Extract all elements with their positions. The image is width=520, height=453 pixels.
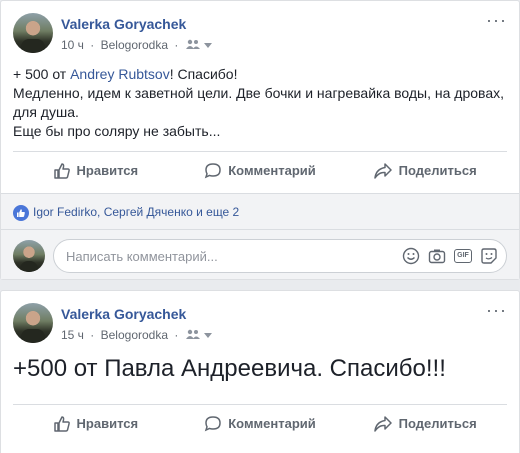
more-icon[interactable]: ··· [486, 301, 507, 319]
comment-button[interactable]: Комментарий [178, 152, 343, 189]
user-avatar[interactable] [13, 240, 45, 272]
like-label: Нравится [76, 163, 139, 178]
reactions-summary[interactable]: Igor Fedirko, Сергей Дяченко и еще 2 [1, 193, 519, 229]
comment-input[interactable]: Написать комментарий... GIF [53, 239, 507, 273]
post-header: Valerka Goryachek 10 ч · Belogorodka · ·… [13, 11, 507, 57]
comment-button[interactable]: Комментарий [178, 405, 343, 442]
meta-separator: · [90, 327, 95, 342]
text-suffix: ! Спасибо! [169, 66, 238, 82]
chevron-down-icon[interactable] [204, 38, 213, 52]
meta-separator: · [174, 327, 179, 342]
chevron-down-icon[interactable] [204, 328, 213, 342]
post-card: Valerka Goryachek 15 ч · Belogorodka · ·… [0, 290, 520, 453]
author-avatar[interactable] [13, 303, 53, 343]
post-location[interactable]: Belogorodka [101, 328, 168, 342]
share-icon [373, 415, 392, 432]
comment-composer: Написать комментарий... GIF [1, 229, 519, 279]
comment-label: Комментарий [228, 416, 316, 431]
share-button[interactable]: Поделиться [342, 405, 507, 442]
share-icon [373, 162, 392, 179]
like-reaction-icon [13, 205, 29, 221]
post-text: + 500 от Andrey Rubtsov! Спасибо! Медлен… [13, 65, 507, 141]
smile-icon[interactable] [402, 247, 420, 265]
share-button[interactable]: Поделиться [342, 152, 507, 189]
text-line: Медленно, идем к заветной цели. Две бочк… [13, 85, 504, 101]
post-card: Valerka Goryachek 10 ч · Belogorodka · ·… [0, 0, 520, 280]
camera-icon[interactable] [428, 247, 446, 265]
friends-audience-icon[interactable] [185, 38, 204, 52]
post-text: +500 от Павла Андреевича. Спасибо!!! [13, 355, 446, 382]
text-prefix: + 500 от [13, 66, 71, 82]
post-time[interactable]: 15 ч [61, 328, 84, 342]
post-meta: 15 ч · Belogorodka · [61, 327, 213, 342]
mention-link[interactable]: Andrey Rubtsov [70, 66, 170, 82]
like-icon [53, 162, 70, 179]
author-name[interactable]: Valerka Goryachek [61, 306, 186, 322]
comment-icon [205, 162, 221, 178]
like-icon [53, 415, 70, 432]
friends-audience-icon[interactable] [185, 328, 204, 342]
reactions-names[interactable]: Igor Fedirko, Сергей Дяченко и еще 2 [33, 205, 239, 219]
author-avatar[interactable] [13, 13, 53, 53]
action-bar: Нравится Комментарий Поделиться [13, 151, 507, 189]
text-line: Еще бы про соляру не забыть... [13, 123, 221, 139]
comment-tools: GIF [402, 247, 498, 265]
gif-icon[interactable]: GIF [454, 249, 472, 263]
sticker-icon[interactable] [480, 247, 498, 265]
share-label: Поделиться [398, 416, 477, 431]
comment-label: Комментарий [228, 163, 316, 178]
like-button[interactable]: Нравится [13, 152, 178, 189]
meta-separator: · [174, 37, 179, 52]
post-header: Valerka Goryachek 15 ч · Belogorodka · ·… [13, 301, 507, 347]
action-bar: Нравится Комментарий Поделиться [13, 404, 507, 442]
like-label: Нравится [76, 416, 139, 431]
comment-placeholder: Написать комментарий... [66, 249, 218, 264]
share-label: Поделиться [398, 163, 477, 178]
more-icon[interactable]: ··· [486, 11, 507, 29]
author-name[interactable]: Valerka Goryachek [61, 16, 186, 32]
text-line: для душа. [13, 104, 79, 120]
post-location[interactable]: Belogorodka [101, 38, 168, 52]
comment-icon [205, 415, 221, 431]
like-button[interactable]: Нравится [13, 405, 178, 442]
post-time[interactable]: 10 ч [61, 38, 84, 52]
post-meta: 10 ч · Belogorodka · [61, 37, 213, 52]
meta-separator: · [90, 37, 95, 52]
